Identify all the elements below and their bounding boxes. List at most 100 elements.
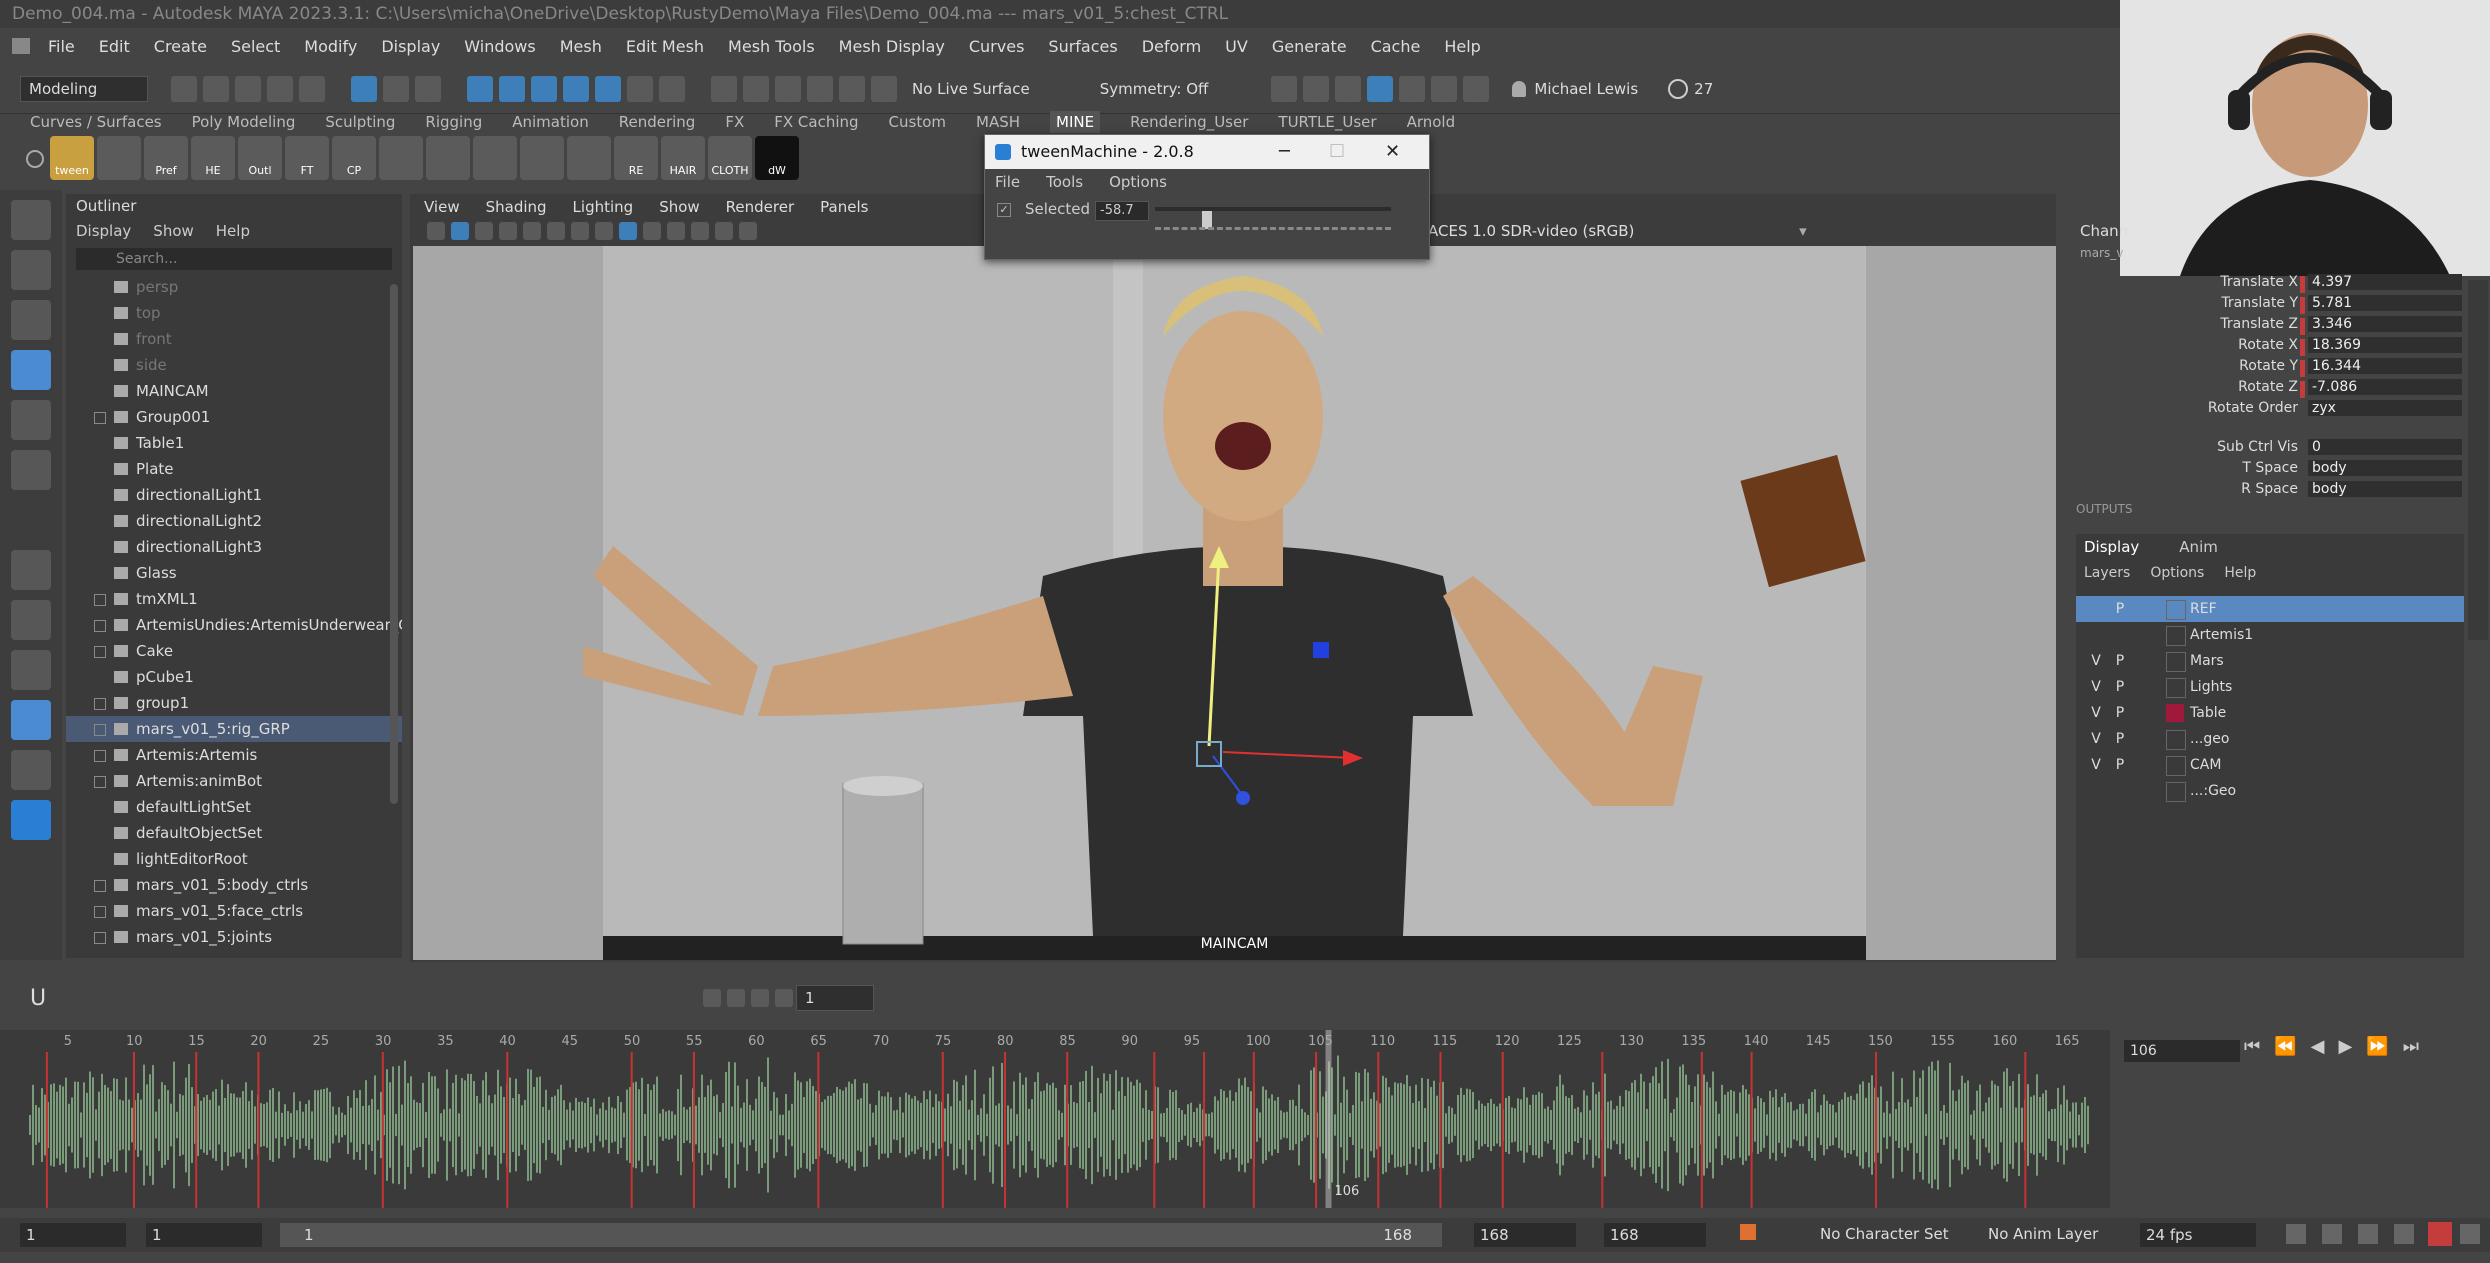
- channel-value[interactable]: zyx: [2308, 400, 2462, 416]
- outliner-item[interactable]: Artemis:Artemis: [66, 742, 402, 768]
- channel-name[interactable]: Rotate Order: [2208, 400, 2298, 416]
- channel-row[interactable]: Rotate Order zyx: [2064, 400, 2464, 421]
- visibility-toggle[interactable]: V: [2086, 752, 2106, 778]
- viewport-3d[interactable]: MAINCAM: [413, 246, 2056, 960]
- layer-color-swatch[interactable]: [2166, 652, 2186, 672]
- shelf-tab-mash[interactable]: MASH: [976, 113, 1020, 131]
- wireframe-icon[interactable]: [595, 222, 613, 240]
- shelf-button-2[interactable]: Pref: [144, 136, 188, 180]
- time-slider[interactable]: [0, 1030, 2110, 1208]
- minus-key-icon[interactable]: [703, 989, 721, 1007]
- paint-select-icon[interactable]: [415, 75, 441, 102]
- playback-toggle[interactable]: P: [2110, 596, 2130, 622]
- textured-icon[interactable]: [643, 222, 661, 240]
- selected-checkbox[interactable]: ✓: [997, 203, 1011, 217]
- step-forward-key-icon[interactable]: ⏩: [2366, 1036, 2388, 1057]
- expand-icon[interactable]: [94, 620, 106, 632]
- outliner-item[interactable]: defaultObjectSet: [66, 820, 402, 846]
- current-frame-field[interactable]: 106: [2124, 1040, 2240, 1062]
- playback-start-field[interactable]: 1: [146, 1223, 262, 1247]
- outliner-item[interactable]: Plate: [66, 456, 402, 482]
- outliner-item[interactable]: mars_v01_5:body_ctrls: [66, 872, 402, 898]
- resolution-gate-icon[interactable]: [571, 222, 589, 240]
- outliner-menu-show[interactable]: Show: [153, 222, 193, 240]
- select-tool-icon[interactable]: [11, 200, 51, 240]
- channel-value[interactable]: 16.344: [2308, 358, 2462, 374]
- shelf-button-0[interactable]: tween: [50, 136, 94, 180]
- channel-name[interactable]: Rotate Y: [2239, 358, 2298, 374]
- auto-key-icon[interactable]: [1740, 1224, 1756, 1240]
- outliner-item[interactable]: lightEditorRoot: [66, 846, 402, 872]
- channel-value[interactable]: 4.397: [2308, 274, 2462, 290]
- channel-value[interactable]: 18.369: [2308, 337, 2462, 353]
- tweenmachine-titlebar[interactable]: tweenMachine - 2.0.8 ─ ☐ ✕: [985, 135, 1429, 169]
- layer-tab-anim[interactable]: Anim: [2179, 534, 2218, 560]
- viewport-menu-lighting[interactable]: Lighting: [573, 198, 634, 216]
- playback-toggle[interactable]: P: [2110, 674, 2130, 700]
- four-view-icon[interactable]: [11, 600, 51, 640]
- channel-name[interactable]: Rotate X: [2238, 337, 2298, 353]
- layer-name[interactable]: Artemis1: [2190, 622, 2253, 648]
- shelf-tab-rendering-user[interactable]: Rendering_User: [1130, 113, 1248, 131]
- expand-icon[interactable]: [94, 776, 106, 788]
- channel-row[interactable]: Rotate Z -7.086: [2064, 379, 2464, 400]
- outliner-item[interactable]: ArtemisUndies:ArtemisUnderwear_GR: [66, 612, 402, 638]
- outliner-item[interactable]: front: [66, 326, 402, 352]
- timeline-frame-field[interactable]: 1: [796, 985, 874, 1011]
- channel-row[interactable]: Translate Y 5.781: [2064, 295, 2464, 316]
- viewport-menu-shading[interactable]: Shading: [486, 198, 547, 216]
- menu-curves[interactable]: Curves: [969, 37, 1025, 56]
- two-view-icon[interactable]: [11, 650, 51, 690]
- grid-icon[interactable]: [523, 222, 541, 240]
- step-back-key-icon[interactable]: ⏪: [2274, 1036, 2296, 1057]
- channel-row[interactable]: Translate X 4.397: [2064, 274, 2464, 295]
- layer-menu-help[interactable]: Help: [2224, 560, 2256, 586]
- go-to-start-icon[interactable]: ⏮: [2244, 1036, 2260, 1057]
- layer-tab-display[interactable]: Display: [2084, 534, 2139, 560]
- next-key-icon[interactable]: [775, 989, 793, 1007]
- outliner-item[interactable]: MAINCAM: [66, 378, 402, 404]
- channel-value[interactable]: -7.086: [2308, 379, 2462, 395]
- expand-icon[interactable]: [94, 698, 106, 710]
- menu-mesh-display[interactable]: Mesh Display: [839, 37, 945, 56]
- outliner-item[interactable]: directionalLight3: [66, 534, 402, 560]
- close-icon[interactable]: ✕: [1385, 135, 1400, 169]
- xray-icon[interactable]: [739, 222, 757, 240]
- save-scene-icon[interactable]: [235, 75, 261, 102]
- layer-row[interactable]: V P Mars: [2076, 648, 2464, 674]
- isolate-icon[interactable]: [715, 222, 733, 240]
- shelf-button-11[interactable]: [567, 136, 611, 180]
- hypershade-icon[interactable]: [807, 75, 833, 102]
- viewport-menu-show[interactable]: Show: [659, 198, 699, 216]
- channel-name[interactable]: Translate Y: [2221, 295, 2298, 311]
- snap-curve-icon[interactable]: [499, 75, 525, 102]
- layer-row[interactable]: V P ...geo: [2076, 726, 2464, 752]
- cache-icon[interactable]: [2322, 1224, 2342, 1244]
- outliner-item[interactable]: persp: [66, 274, 402, 300]
- tween-menu-file[interactable]: File: [995, 169, 1020, 195]
- visibility-toggle[interactable]: V: [2086, 674, 2106, 700]
- channel-value[interactable]: 5.781: [2308, 295, 2462, 311]
- minimize-icon[interactable]: ─: [1279, 135, 1290, 169]
- light-editor-icon[interactable]: [871, 75, 897, 102]
- menu-help[interactable]: Help: [1444, 37, 1480, 56]
- menu-edit[interactable]: Edit: [99, 37, 130, 56]
- layer-color-swatch[interactable]: [2166, 626, 2186, 646]
- loop-icon[interactable]: [2286, 1224, 2306, 1244]
- live-surface-label[interactable]: No Live Surface: [912, 80, 1030, 98]
- layer-color-swatch[interactable]: [2166, 600, 2186, 620]
- shelf-button-10[interactable]: [520, 136, 564, 180]
- outliner-item[interactable]: Artemis:animBot: [66, 768, 402, 794]
- viewport-menu-panels[interactable]: Panels: [820, 198, 868, 216]
- channel-name[interactable]: Rotate Z: [2238, 379, 2298, 395]
- image-plane-icon[interactable]: [499, 222, 517, 240]
- user-name[interactable]: Michael Lewis: [1534, 80, 1638, 98]
- tween-menu-tools[interactable]: Tools: [1046, 169, 1083, 195]
- menu-mesh[interactable]: Mesh: [560, 37, 602, 56]
- outliner-menu-help[interactable]: Help: [216, 222, 250, 240]
- search-icon[interactable]: [11, 750, 51, 790]
- layer-name[interactable]: Table: [2190, 700, 2226, 726]
- outliner-item[interactable]: Cake: [66, 638, 402, 664]
- layer-row[interactable]: V P CAM: [2076, 752, 2464, 778]
- channel-name[interactable]: R Space: [2241, 481, 2298, 497]
